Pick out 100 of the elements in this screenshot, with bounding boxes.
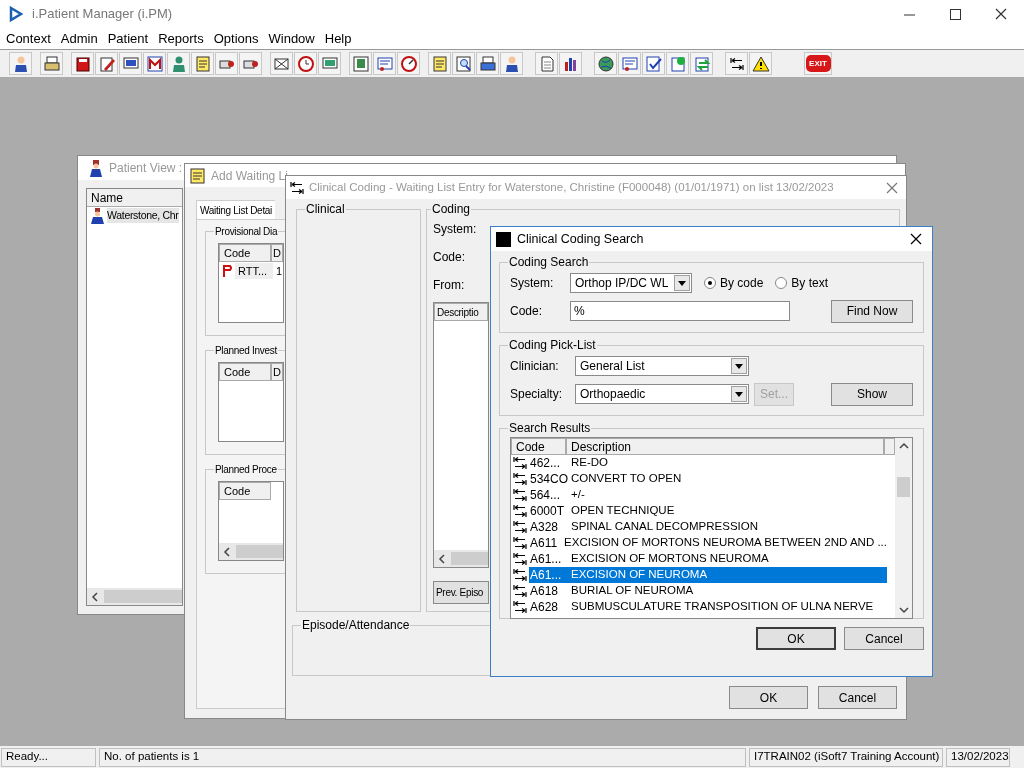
menu-item[interactable]: Reports (153, 28, 209, 49)
patient-icon (87, 159, 105, 177)
menu-item[interactable]: Admin (55, 28, 103, 49)
table-cell: RTT... (235, 262, 273, 280)
toolbar-button[interactable] (95, 52, 118, 75)
toolbar-button[interactable] (71, 52, 94, 75)
toolbar-button[interactable] (559, 52, 582, 75)
column-header[interactable]: Descriptio (434, 303, 488, 321)
tab[interactable]: Waiting List Detai (196, 200, 276, 219)
radio-button[interactable] (704, 277, 716, 289)
group-title: Coding Search (508, 254, 590, 271)
scroll-left-icon (90, 591, 101, 602)
status-text: Ready... (1, 747, 96, 767)
field-label: From: (433, 277, 465, 294)
dialog-button[interactable]: Cancel (844, 627, 924, 650)
column-header[interactable]: D (271, 363, 283, 381)
result-row[interactable]: A611 EXCISION OF MORTONS NEUROMA BETWEEN 2ND AND ... (529, 535, 887, 551)
dialog-button[interactable]: Find Now (831, 299, 913, 323)
card-icon (620, 54, 639, 73)
arrows-icon (513, 472, 527, 486)
column-header[interactable]: D (271, 244, 283, 262)
dialog-button[interactable]: OK (729, 686, 808, 709)
column-header[interactable]: Name (87, 189, 182, 206)
field-label: System: (510, 275, 555, 292)
arrows-icon (513, 536, 527, 550)
window-title: Patient View : (109, 160, 183, 177)
window-title: Clinical Coding - Waiting List Entry for Waterstone, Christine (F000048) (01/01/1971) on list 13/02/2023 (309, 179, 834, 195)
menu-item[interactable]: Patient (102, 28, 154, 49)
toolbar-button[interactable] (749, 52, 772, 75)
toolbar-button[interactable] (725, 52, 748, 75)
arrows-icon (290, 180, 304, 195)
toolbar-button[interactable] (642, 52, 665, 75)
column-header[interactable]: Description (566, 438, 884, 455)
radio-option[interactable]: By code (704, 274, 764, 292)
globe-icon (596, 54, 615, 73)
toolbar-button[interactable] (397, 52, 420, 75)
group-title: Coding (431, 201, 472, 218)
horizontal-scrollbar[interactable] (87, 588, 182, 605)
column-header[interactable]: Code (219, 482, 271, 500)
column-header[interactable]: Code (219, 244, 271, 262)
menu-item[interactable]: Help (319, 28, 357, 49)
scroll-thumb[interactable] (451, 552, 488, 565)
status-text: I7TRAIN02 (iSoft7 Training Account) (749, 747, 943, 767)
close-icon (910, 233, 922, 245)
horizontal-scrollbar[interactable] (219, 543, 283, 560)
toolbar-button[interactable] (270, 52, 293, 75)
result-row[interactable]: A61... EXCISION OF MORTONS NEUROMA (529, 551, 887, 567)
pencil-icon (97, 54, 116, 73)
column-header[interactable]: Code (219, 363, 271, 381)
note-icon (189, 166, 207, 185)
scroll-thumb[interactable] (104, 590, 182, 603)
card-icon (375, 54, 394, 73)
arrows-icon (513, 568, 527, 582)
status-text: No. of patients is 1 (99, 747, 746, 767)
patient-row[interactable]: Waterstone, Chr (107, 207, 179, 224)
checklist-icon (644, 54, 663, 73)
code-field[interactable]: % (570, 301, 790, 321)
radio-button[interactable] (775, 277, 788, 289)
toolbar-button[interactable] (452, 52, 475, 75)
dialog-button[interactable]: Cancel (818, 686, 897, 709)
dropdown[interactable]: Orthop IP/DC WL (570, 273, 692, 293)
toolbar-button[interactable] (294, 52, 317, 75)
dialog-button[interactable]: Show (831, 382, 913, 406)
result-row[interactable]: A328 SPINAL CANAL DECOMPRESSION (529, 519, 887, 535)
result-row[interactable]: A628 SUBMUSCULATURE TRANSPOSITION OF ULNA NERVE (529, 599, 887, 615)
radio-option[interactable]: By text (775, 274, 829, 292)
dialog-button[interactable]: Prev. Episo (433, 581, 489, 604)
result-row[interactable]: A61... EXCISION OF NEUROMA (529, 567, 887, 583)
dropdown[interactable]: General List (575, 356, 749, 376)
toolbar-button[interactable] (119, 52, 142, 75)
column-header[interactable]: Code (511, 438, 566, 455)
result-row[interactable]: A618 BURIAL OF NEUROMA (529, 583, 887, 599)
group-title: Planned Invest (214, 344, 278, 358)
dropdown-arrow-icon (735, 391, 743, 397)
flag-icon (221, 264, 235, 278)
scroll-thumb[interactable] (897, 477, 910, 497)
table-cell-text: 1 (275, 263, 283, 279)
status-text: 13/02/2023 (946, 747, 1010, 767)
toolbar-button[interactable] (500, 52, 523, 75)
note-icon (193, 54, 212, 73)
scroll-thumb[interactable] (236, 545, 283, 558)
arrows-icon (729, 56, 744, 71)
dialog-button[interactable]: OK (756, 627, 836, 650)
menu-item[interactable]: Options (208, 28, 264, 49)
horizontal-scrollbar[interactable] (434, 550, 488, 567)
toolbar-button[interactable] (594, 52, 617, 75)
arrows-icon (513, 488, 527, 502)
patient-icon (89, 207, 105, 224)
toolbar-button[interactable] (476, 52, 499, 75)
clock-icon (296, 54, 315, 73)
result-row[interactable]: 6000T OPEN TECHNIQUE (529, 503, 887, 519)
vertical-scrollbar[interactable] (895, 438, 912, 618)
result-row[interactable]: 534CO CONVERT TO OPEN (529, 471, 887, 487)
group-title: Provisional Dia (214, 225, 279, 239)
menu-item[interactable]: Window (263, 28, 320, 49)
toolbar-button[interactable] (9, 52, 32, 75)
result-row[interactable]: 564... +/- (529, 487, 887, 503)
menu-item[interactable]: Context (1, 28, 56, 49)
result-row[interactable]: 462... RE-DO (529, 455, 887, 471)
dropdown[interactable]: Orthopaedic (575, 384, 749, 404)
